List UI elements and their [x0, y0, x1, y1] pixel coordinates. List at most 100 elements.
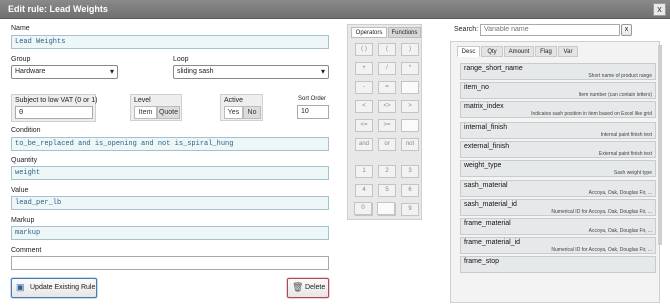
variable-desc: Numerical ID for Accoya, Oak, Douglas Fi…	[551, 247, 652, 253]
chevron-down-icon: ▾	[320, 67, 325, 76]
active-yes-option[interactable]: Yes	[224, 106, 243, 119]
variable-desc: External paint finish text	[598, 151, 652, 157]
variables-panel: Desc Qty Amount Flag Var range_short_nam…	[450, 41, 660, 303]
variable-item[interactable]: sash_material_id Numerical ID for Accoya…	[460, 199, 656, 216]
group-label: Group	[11, 56, 31, 63]
loop-select-value: sliding sash	[177, 68, 214, 75]
level-group: Level Item Quote	[130, 94, 182, 121]
tab-qty[interactable]: Qty	[481, 46, 503, 57]
vat-field[interactable]: 0	[15, 106, 93, 119]
variable-item[interactable]: item_no Item number (can contain letters…	[460, 82, 656, 99]
clear-search-button[interactable]: x	[621, 24, 632, 36]
quantity-field[interactable]: weight	[11, 166, 329, 180]
operator-key[interactable]: )	[401, 43, 419, 56]
operator-key[interactable]: and	[355, 138, 373, 151]
number-key[interactable]: 4	[355, 184, 373, 197]
tab-functions[interactable]: Functions	[388, 27, 421, 38]
variable-desc: Internal paint finish text	[600, 132, 652, 138]
operator-key[interactable]: =	[378, 81, 396, 94]
name-field[interactable]: Lead Weights	[11, 35, 329, 49]
search-label: Search:	[454, 26, 479, 33]
number-key[interactable]: 0	[354, 202, 372, 215]
variable-name: frame_material	[464, 220, 511, 227]
tab-flag[interactable]: Flag	[535, 46, 557, 57]
operator-key[interactable]: or	[378, 138, 396, 151]
variable-name: frame_stop	[464, 258, 500, 265]
search-input[interactable]	[480, 24, 620, 36]
number-key[interactable]: 1	[355, 165, 373, 178]
active-group: Active Yes No	[220, 94, 263, 121]
delete-label: Delete	[305, 284, 326, 291]
group-select[interactable]: Hardware ▾	[11, 65, 118, 79]
operator-palette: Operators Functions ( ) ( ) + / * - = < …	[347, 24, 422, 220]
variable-item[interactable]: external_finish External paint finish te…	[460, 141, 656, 158]
variable-desc: Short name of product range	[588, 73, 652, 79]
variable-name: item_no	[464, 84, 489, 91]
operator-key[interactable]: (	[378, 43, 396, 56]
loop-select[interactable]: sliding sash ▾	[173, 65, 329, 79]
variable-name: external_finish	[464, 143, 510, 150]
operator-key[interactable]: not	[401, 138, 419, 151]
comment-field[interactable]	[11, 256, 329, 270]
vat-label: Subject to low VAT (0 or 1)	[15, 97, 98, 104]
save-icon: ▣	[16, 282, 25, 292]
tab-amount[interactable]: Amount	[504, 46, 534, 57]
level-item-option[interactable]: Item	[134, 106, 157, 119]
operator-key[interactable]: <	[355, 100, 373, 113]
tab-desc[interactable]: Desc	[457, 46, 480, 57]
operator-key[interactable]: >	[401, 100, 419, 113]
variable-item[interactable]: frame_material Accoya, Oak, Douglas Fir,…	[460, 218, 656, 235]
variable-item[interactable]: internal_finish Internal paint finish te…	[460, 122, 656, 139]
number-key-blank	[377, 202, 395, 215]
operator-key[interactable]: -	[355, 81, 373, 94]
value-field[interactable]: lead_per_lb	[11, 196, 329, 210]
chevron-down-icon: ▾	[109, 67, 114, 76]
variable-item[interactable]: weight_type Sash weight type	[460, 160, 656, 177]
operator-key[interactable]: ( )	[355, 43, 373, 56]
delete-button[interactable]: 🗑 Delete	[287, 278, 329, 298]
tab-operators[interactable]: Operators	[351, 27, 387, 38]
active-no-option[interactable]: No	[243, 106, 261, 119]
operator-key[interactable]: <>	[378, 100, 396, 113]
number-key[interactable]: 6	[401, 184, 419, 197]
operator-key[interactable]: /	[378, 62, 396, 75]
sort-order-label: Sort Order	[298, 96, 327, 102]
operator-key[interactable]: +	[355, 62, 373, 75]
markup-field[interactable]: markup	[11, 226, 329, 240]
variable-item[interactable]: matrix_index Indicates sash position in …	[460, 101, 656, 118]
number-key[interactable]: 2	[378, 165, 396, 178]
variable-name: internal_finish	[464, 124, 508, 131]
variable-item[interactable]: frame_material_id Numerical ID for Accoy…	[460, 237, 656, 254]
variable-name: sash_material	[464, 182, 508, 189]
variable-name: sash_material_id	[464, 201, 517, 208]
variable-name: matrix_index	[464, 103, 504, 110]
variable-item[interactable]: frame_stop	[460, 256, 656, 273]
value-label: Value	[11, 187, 29, 194]
variable-item[interactable]: range_short_name Short name of product r…	[460, 63, 656, 80]
sort-order-field[interactable]: 10	[297, 105, 329, 119]
number-key[interactable]: 9	[401, 203, 419, 216]
active-label: Active	[224, 97, 244, 104]
close-icon[interactable]: x	[653, 3, 666, 16]
dialog-title-bar: Edit rule: Lead Weights x	[0, 0, 670, 19]
number-key[interactable]: 3	[401, 165, 419, 178]
tab-var[interactable]: Var	[558, 46, 578, 57]
vat-group: Subject to low VAT (0 or 1) 0	[11, 94, 98, 122]
update-rule-label: Update Existing Rule	[30, 284, 96, 291]
level-quote-option[interactable]: Quote	[157, 106, 180, 119]
variable-name: frame_material_id	[464, 239, 521, 246]
condition-field[interactable]: to_be_replaced and is_opening and not is…	[11, 137, 329, 151]
trash-icon: 🗑	[292, 282, 304, 292]
variables-scrollbar[interactable]	[658, 45, 662, 245]
markup-label: Markup	[11, 217, 35, 224]
operator-key[interactable]: <=	[355, 119, 373, 132]
level-label: Level	[134, 97, 151, 104]
variable-item[interactable]: sash_material Accoya, Oak, Douglas Fir, …	[460, 180, 656, 197]
variable-desc: Numerical ID for Accoya, Oak, Douglas Fi…	[551, 209, 652, 215]
update-rule-button[interactable]: ▣ Update Existing Rule	[11, 278, 97, 298]
quantity-label: Quantity	[11, 157, 38, 164]
operator-key[interactable]: *	[401, 62, 419, 75]
operator-key[interactable]: >=	[378, 119, 396, 132]
number-key[interactable]: 5	[378, 184, 396, 197]
condition-label: Condition	[11, 127, 41, 134]
